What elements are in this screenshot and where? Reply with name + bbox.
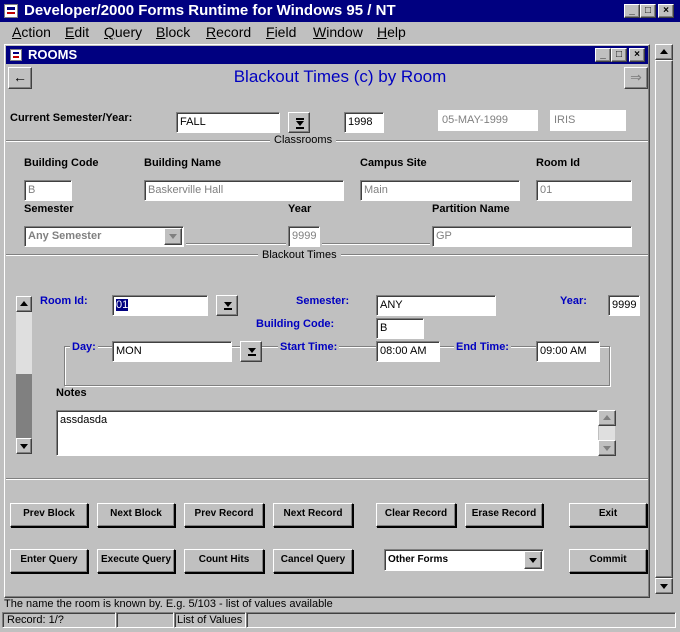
- erase-record-button[interactable]: Erase Record: [465, 503, 543, 527]
- menu-block[interactable]: Block: [156, 23, 190, 41]
- next-record-button[interactable]: Next Record: [273, 503, 353, 527]
- form-maximize-icon[interactable]: □: [611, 48, 627, 62]
- partition-name-field[interactable]: GP: [432, 226, 632, 247]
- cancel-query-button[interactable]: Cancel Query: [273, 549, 353, 573]
- status-cell-blank: [116, 612, 174, 628]
- room-id-label: Room Id: [536, 157, 580, 169]
- record-scroll-up-icon[interactable]: [16, 296, 32, 312]
- blackout-building-code-input[interactable]: B: [376, 318, 424, 339]
- blackout-frame-bottom: [6, 478, 648, 480]
- day-input[interactable]: MON: [112, 341, 232, 362]
- app-title-bar: Developer/2000 Forms Runtime for Windows…: [0, 0, 680, 22]
- other-forms-select[interactable]: Other Forms: [384, 549, 544, 571]
- current-semester-input[interactable]: FALL: [176, 112, 280, 133]
- partition-name-label: Partition Name: [432, 203, 510, 215]
- start-time-label: Start Time:: [278, 341, 340, 353]
- enter-query-button[interactable]: Enter Query: [10, 549, 88, 573]
- commit-button[interactable]: Commit: [569, 549, 647, 573]
- blackout-room-id-value: 01: [116, 299, 129, 311]
- semester-row-divider-right: [322, 243, 430, 245]
- menu-action[interactable]: Action: [12, 23, 51, 41]
- form-heading: Blackout Times (c) by Room: [233, 67, 447, 86]
- notes-label: Notes: [56, 387, 87, 399]
- main-scroll-thumb[interactable]: [655, 60, 673, 578]
- prev-block-button[interactable]: Prev Block: [10, 503, 88, 527]
- notes-textarea[interactable]: assdasda: [56, 410, 598, 456]
- menu-field[interactable]: Field: [266, 23, 296, 41]
- current-year-input[interactable]: 1998: [344, 112, 384, 133]
- notes-scroll-down-icon[interactable]: [598, 440, 616, 456]
- status-cell-remaining: [246, 612, 676, 628]
- main-scroll-down-icon[interactable]: [655, 578, 673, 594]
- semester-select-value: Any Semester: [28, 230, 102, 242]
- app-window-icon[interactable]: [4, 4, 18, 18]
- form-window-icon[interactable]: [10, 49, 22, 61]
- building-code-label: Building Code: [24, 157, 99, 169]
- campus-site-field[interactable]: Main: [360, 180, 520, 201]
- blackout-year-label: Year:: [560, 295, 587, 307]
- other-forms-chevron-down-icon[interactable]: [524, 551, 542, 569]
- prev-record-button[interactable]: Prev Record: [184, 503, 264, 527]
- building-name-field[interactable]: Baskerville Hall: [144, 180, 344, 201]
- app-minimize-icon[interactable]: _: [624, 4, 640, 18]
- day-lov-button[interactable]: [240, 341, 262, 362]
- current-user-display: IRIS: [550, 110, 626, 131]
- other-forms-select-value: Other Forms: [388, 554, 449, 565]
- menu-record[interactable]: Record: [206, 23, 251, 41]
- blackout-room-id-label: Room Id:: [40, 295, 88, 307]
- clear-record-button[interactable]: Clear Record: [376, 503, 456, 527]
- main-scroll-up-icon[interactable]: [655, 44, 673, 60]
- form-title-bar: ROOMS _ □ ×: [6, 46, 648, 64]
- menu-bar: Action Edit Query Block Record Field Win…: [2, 22, 678, 42]
- nav-back-icon[interactable]: ←: [8, 67, 32, 89]
- menu-window[interactable]: Window: [313, 23, 363, 41]
- app-maximize-icon[interactable]: □: [640, 4, 656, 18]
- blackout-year-input[interactable]: 9999: [608, 295, 640, 316]
- semester-row-divider-left: [186, 243, 286, 245]
- record-scroll-track[interactable]: [16, 374, 32, 438]
- semester-select-chevron-down-icon[interactable]: [164, 228, 182, 245]
- menu-help[interactable]: Help: [377, 23, 406, 41]
- form-minimize-icon[interactable]: _: [595, 48, 611, 62]
- next-block-button[interactable]: Next Block: [97, 503, 175, 527]
- nav-forward-icon[interactable]: ⇒: [624, 67, 648, 89]
- room-id-field[interactable]: 01: [536, 180, 632, 201]
- year-label: Year: [288, 203, 312, 215]
- blackout-room-id-input[interactable]: 01: [112, 295, 208, 316]
- status-hint: The name the room is known by. E.g. 5/10…: [4, 598, 333, 610]
- blackout-frame-title: Blackout Times: [258, 249, 341, 261]
- campus-site-label: Campus Site: [360, 157, 427, 169]
- blackout-room-id-lov-button[interactable]: [216, 295, 238, 316]
- start-time-input[interactable]: 08:00 AM: [376, 341, 440, 362]
- form-title: ROOMS: [28, 47, 78, 62]
- semester-select[interactable]: Any Semester: [24, 226, 184, 247]
- record-scroll-down-icon[interactable]: [16, 438, 32, 454]
- semester-label: Semester: [24, 203, 74, 215]
- app-title: Developer/2000 Forms Runtime for Windows…: [24, 2, 396, 19]
- day-label: Day:: [70, 341, 98, 353]
- classrooms-frame-title: Classrooms: [270, 134, 337, 146]
- app-close-icon[interactable]: ×: [658, 4, 674, 18]
- building-name-label: Building Name: [144, 157, 222, 169]
- blackout-semester-label: Semester:: [296, 295, 350, 307]
- blackout-building-code-label: Building Code:: [256, 318, 335, 330]
- current-semester-lov-button[interactable]: [288, 112, 310, 133]
- current-date-display: 05-MAY-1999: [438, 110, 538, 131]
- year-field[interactable]: 9999: [288, 226, 320, 247]
- blackout-semester-input[interactable]: ANY: [376, 295, 496, 316]
- count-hits-button[interactable]: Count Hits: [184, 549, 264, 573]
- execute-query-button[interactable]: Execute Query: [97, 549, 175, 573]
- building-code-field[interactable]: B: [24, 180, 72, 201]
- end-time-input[interactable]: 09:00 AM: [536, 341, 600, 362]
- exit-button[interactable]: Exit: [569, 503, 647, 527]
- status-record: Record: 1/?: [2, 612, 116, 628]
- end-time-label: End Time:: [454, 341, 511, 353]
- form-close-icon[interactable]: ×: [629, 48, 645, 62]
- status-lov: List of Values: [174, 612, 246, 628]
- menu-edit[interactable]: Edit: [65, 23, 89, 41]
- current-semester-year-label: Current Semester/Year:: [10, 112, 133, 124]
- notes-scroll-up-icon[interactable]: [598, 410, 616, 426]
- menu-query[interactable]: Query: [104, 23, 142, 41]
